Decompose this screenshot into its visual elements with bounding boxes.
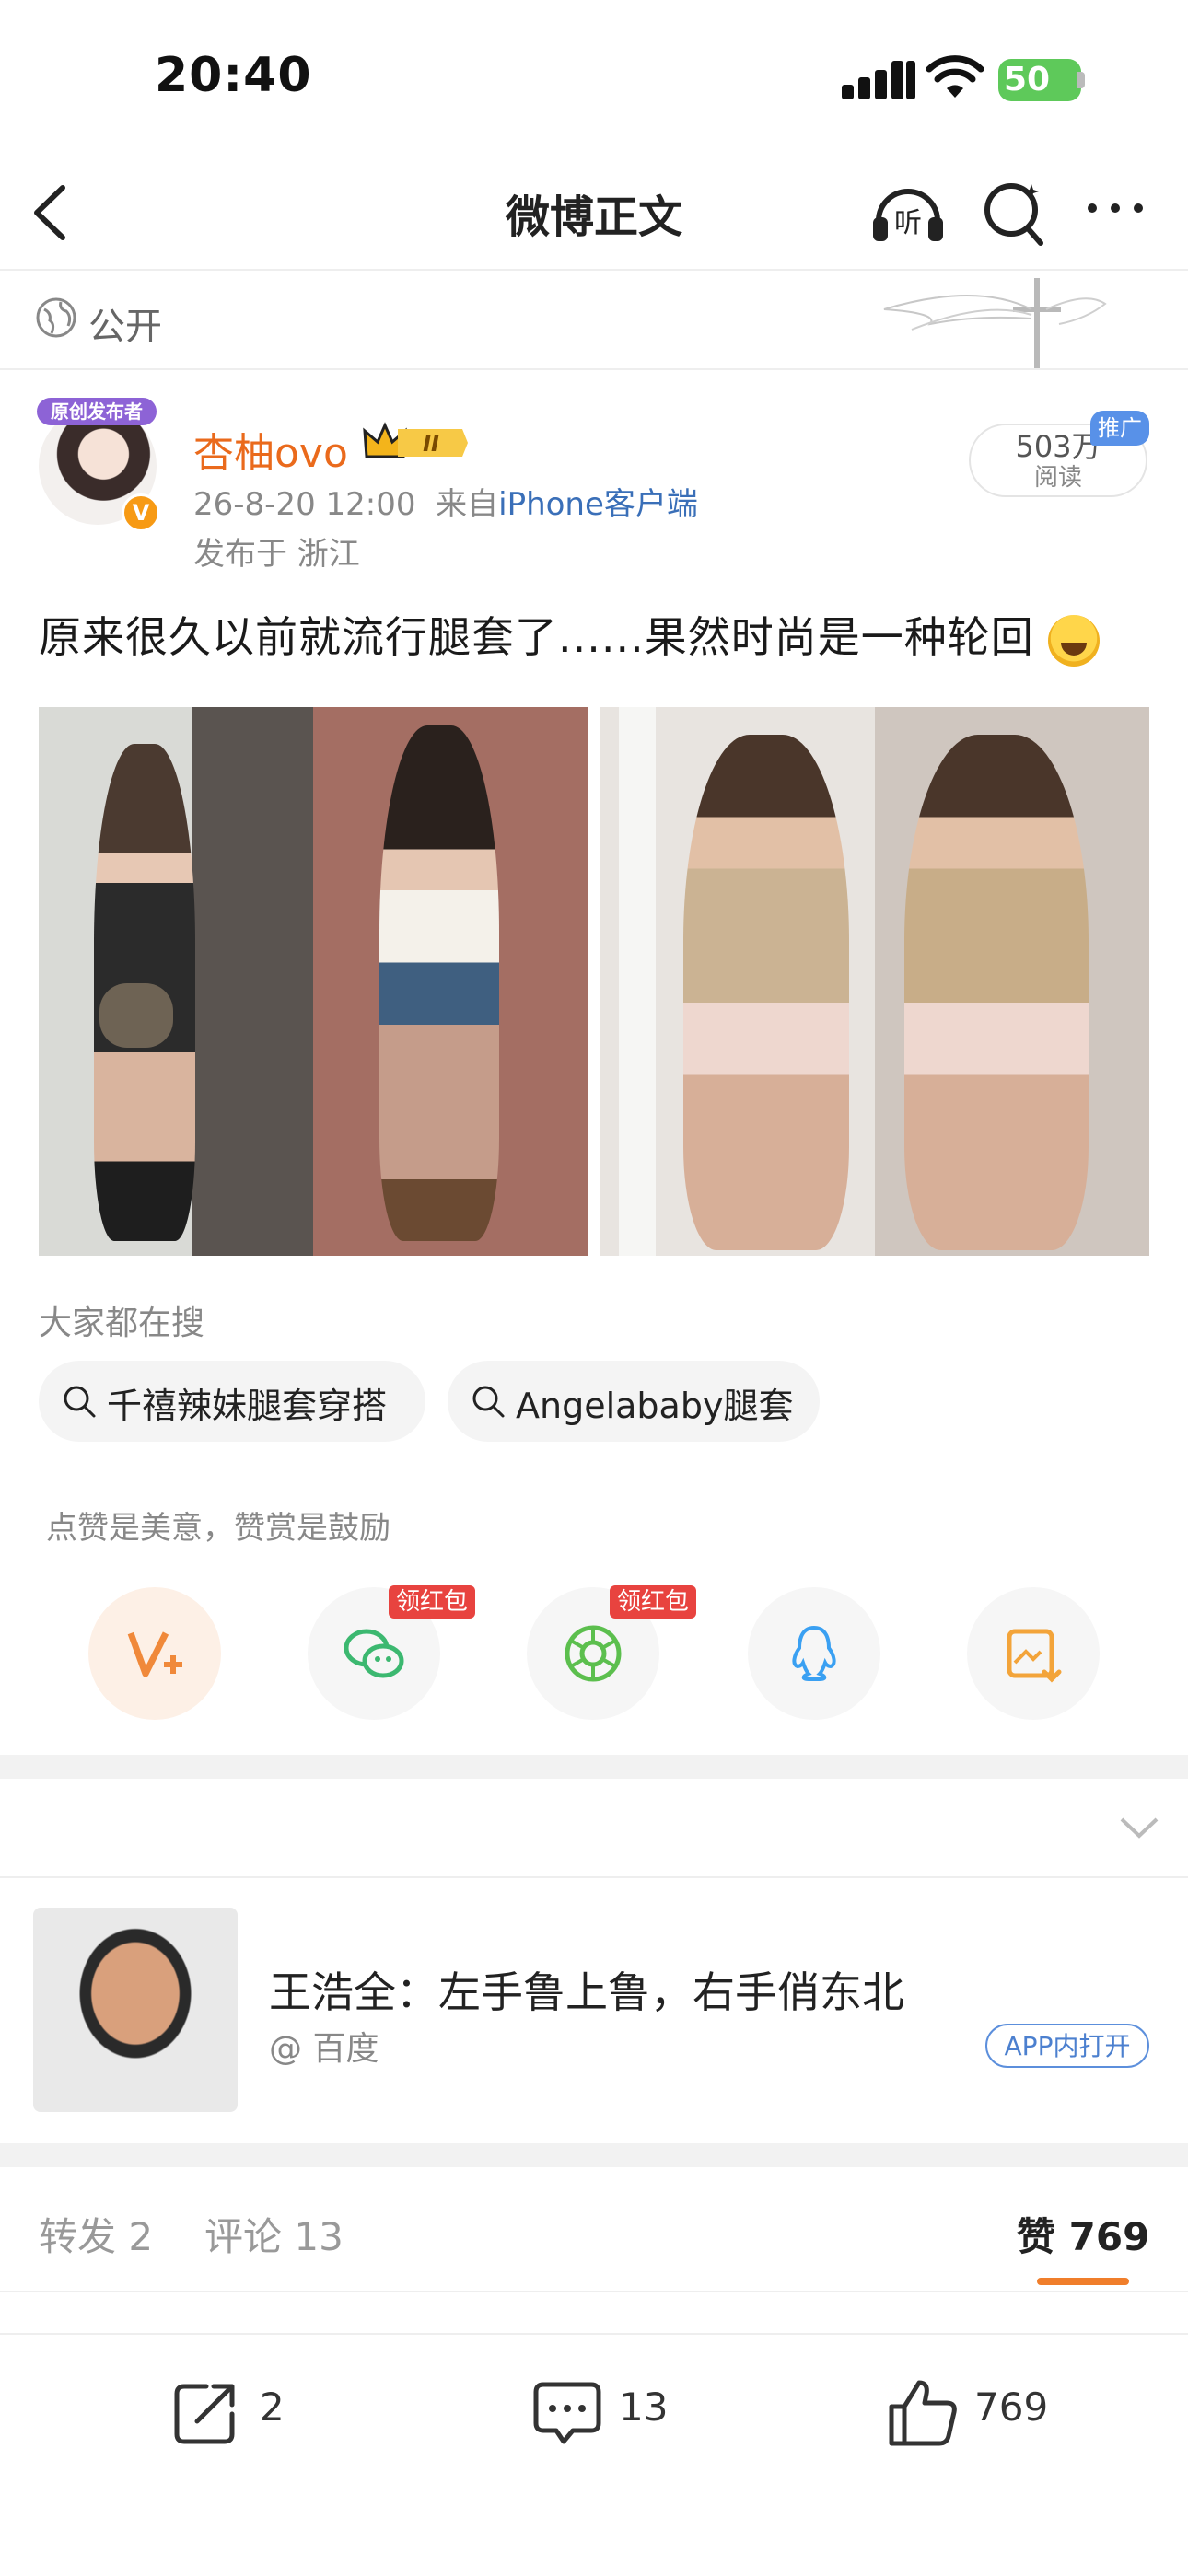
reward-button[interactable] bbox=[88, 1587, 221, 1720]
listen-icon[interactable]: 听 bbox=[869, 173, 947, 250]
wechat-icon bbox=[344, 1629, 404, 1678]
qq-penguin-icon bbox=[792, 1625, 836, 1681]
globe-icon bbox=[36, 297, 76, 338]
card-top-divider bbox=[0, 1876, 1188, 1878]
battery-icon: 50 bbox=[998, 59, 1081, 101]
tab-comment[interactable]: 评论 13 bbox=[204, 2206, 344, 2262]
link-card-thumbnail[interactable] bbox=[33, 1908, 238, 2112]
post-image-2[interactable] bbox=[600, 707, 1149, 1256]
trending-search-heading: 大家都在搜 bbox=[39, 1305, 205, 1342]
search-icon[interactable] bbox=[980, 173, 1048, 250]
status-time: 20:40 bbox=[155, 48, 312, 103]
level-badge-text: II bbox=[423, 431, 439, 457]
trending-search-chip[interactable]: Angelababy腿套 bbox=[448, 1361, 820, 1442]
search-icon bbox=[64, 1386, 96, 1418]
source-prefix: 来自 bbox=[436, 486, 499, 523]
visibility-label: 公开 bbox=[88, 306, 162, 348]
like-count[interactable]: 769 bbox=[974, 2385, 1048, 2430]
bottom-action-bar bbox=[0, 2333, 1188, 2576]
listen-label: 听 bbox=[894, 207, 922, 239]
comment-icon[interactable] bbox=[530, 2375, 604, 2449]
link-card-source: @ 百度 bbox=[269, 2030, 379, 2068]
active-tab-indicator bbox=[1037, 2278, 1129, 2285]
search-icon bbox=[472, 1386, 505, 1418]
tab-like[interactable]: 赞 769 bbox=[1017, 2206, 1149, 2262]
redpack-tag[interactable]: 领红包 bbox=[610, 1585, 697, 1619]
battery-cap bbox=[1077, 72, 1085, 88]
source-link[interactable]: iPhone客户端 bbox=[498, 486, 698, 523]
post-body: 原来很久以前就流行腿套了......果然时尚是一种轮回 bbox=[39, 612, 1034, 662]
post-image-1[interactable] bbox=[39, 707, 588, 1256]
cellular-signal-icon bbox=[842, 61, 917, 99]
moments-aperture-icon bbox=[565, 1625, 622, 1682]
post-meta: 26-8-20 12:00 来自iPhone客户端 bbox=[193, 479, 698, 524]
nav-divider bbox=[0, 269, 1188, 271]
crown-badge-icon: II bbox=[363, 422, 468, 458]
open-in-app-button[interactable]: APP内打开 bbox=[985, 2024, 1149, 2068]
search-chip-label: Angelababy腿套 bbox=[516, 1386, 794, 1426]
section-divider bbox=[0, 368, 1188, 370]
avatar-badge: 原创发布者 bbox=[37, 398, 157, 425]
verified-icon: V bbox=[122, 493, 160, 532]
repost-count[interactable]: 2 bbox=[260, 2385, 285, 2430]
section-separator bbox=[0, 1755, 1188, 1779]
more-icon[interactable] bbox=[1083, 190, 1147, 226]
search-chip-label: 千禧辣妹腿套穿搭 bbox=[107, 1386, 388, 1426]
comment-count[interactable]: 13 bbox=[619, 2385, 668, 2430]
post-timestamp: 26-8-20 12:00 bbox=[193, 486, 416, 523]
like-thumb-icon[interactable] bbox=[886, 2375, 960, 2449]
post-location: 发布于 浙江 bbox=[193, 536, 360, 573]
chevron-down-icon[interactable] bbox=[1118, 1814, 1160, 1841]
cross-wing-decoration bbox=[883, 278, 1107, 368]
tab-repost[interactable]: 转发 2 bbox=[39, 2206, 153, 2262]
section-separator bbox=[0, 2143, 1188, 2167]
save-image-button[interactable] bbox=[967, 1587, 1100, 1720]
praise-hint: 点赞是美意，赞赏是鼓励 bbox=[46, 1510, 390, 1547]
save-image-icon bbox=[1007, 1629, 1062, 1683]
share-qq-button[interactable] bbox=[748, 1587, 880, 1720]
post-text: 原来很久以前就流行腿套了......果然时尚是一种轮回 bbox=[39, 604, 1101, 667]
redpack-tag[interactable]: 领红包 bbox=[389, 1585, 476, 1619]
promo-tag[interactable]: 推广 bbox=[1090, 411, 1149, 446]
laughing-tears-emoji-icon bbox=[1048, 614, 1101, 667]
wifi-icon bbox=[926, 55, 984, 98]
reward-v-plus-icon bbox=[127, 1631, 182, 1677]
read-label: 阅读 bbox=[1033, 464, 1082, 492]
author-name[interactable]: 杏柚ovo bbox=[193, 420, 348, 479]
link-card-title[interactable]: 王浩全：左手鲁上鲁，右手俏东北 bbox=[269, 1959, 904, 2020]
tabs-divider bbox=[0, 2291, 1188, 2292]
trending-search-chip[interactable]: 千禧辣妹腿套穿搭 bbox=[39, 1361, 425, 1442]
repost-icon[interactable] bbox=[169, 2375, 243, 2449]
